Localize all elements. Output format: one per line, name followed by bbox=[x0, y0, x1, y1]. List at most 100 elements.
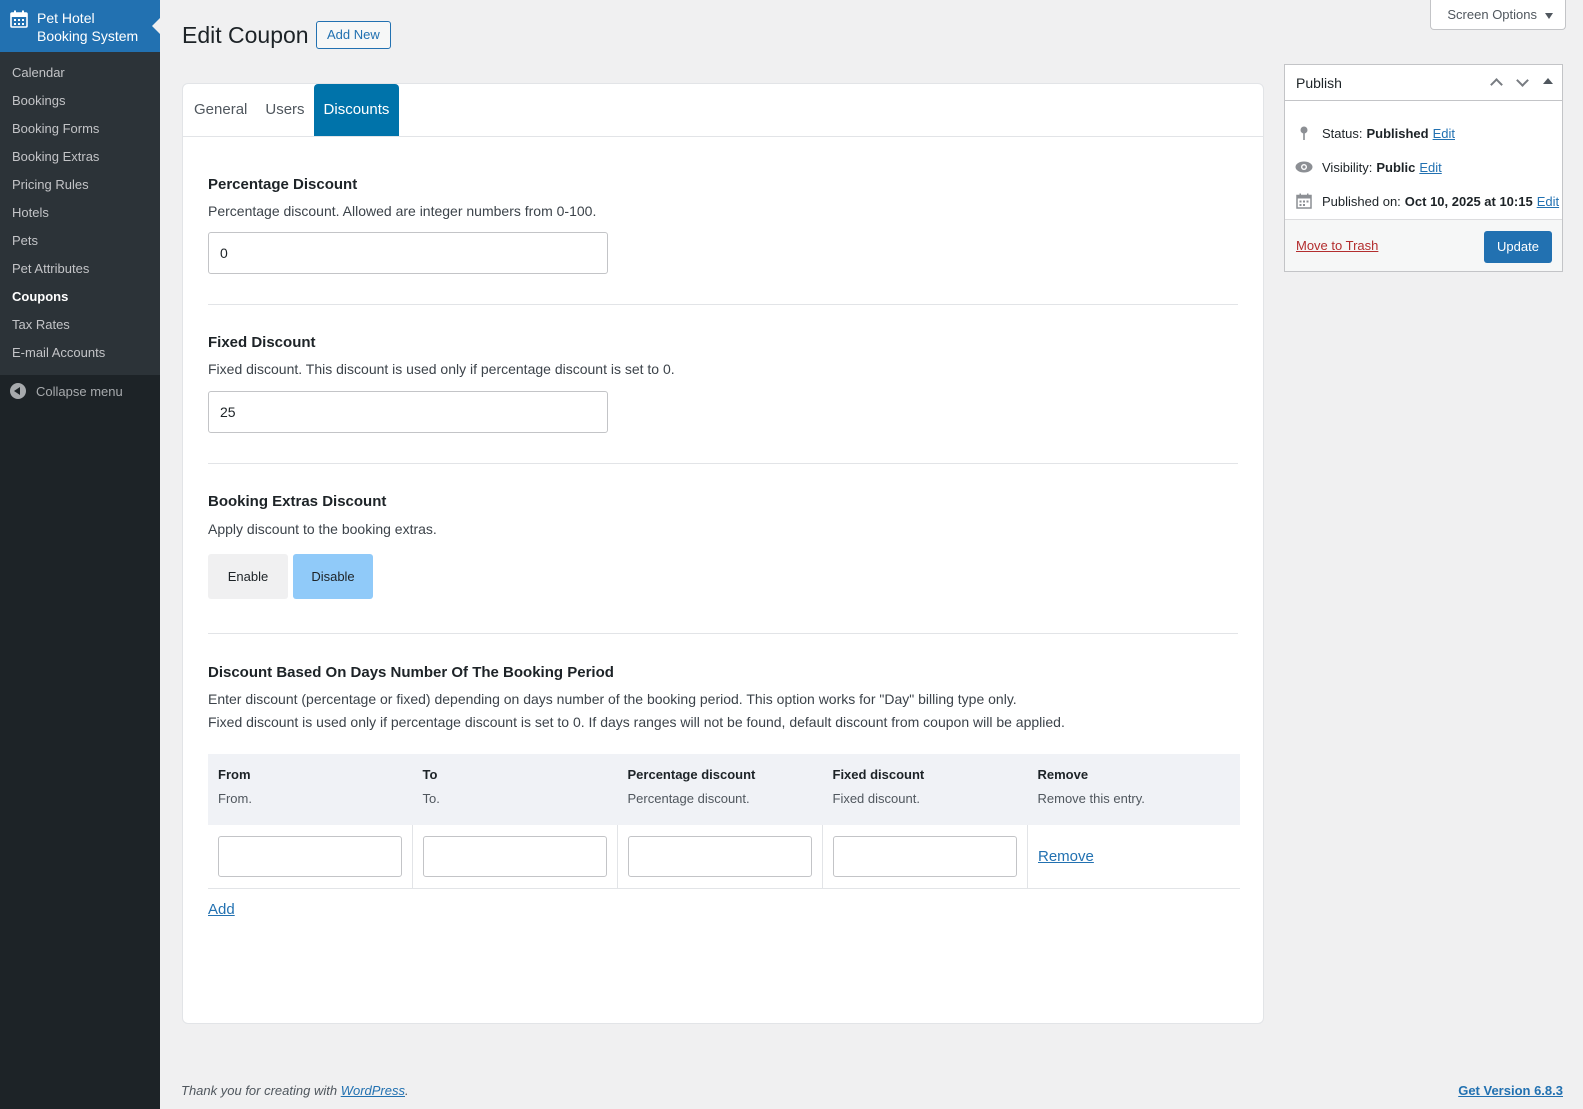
add-row-container: Add bbox=[183, 889, 1263, 918]
edit-visibility-link[interactable]: Edit bbox=[1419, 160, 1441, 175]
fixed-discount-title: Fixed Discount bbox=[208, 334, 316, 351]
disable-button[interactable]: Disable bbox=[293, 554, 373, 599]
cell-from bbox=[208, 825, 413, 889]
wordpress-link[interactable]: WordPress bbox=[341, 1083, 405, 1098]
fixed-discount-section: Fixed Discount Fixed discount. This disc… bbox=[183, 305, 1263, 433]
tab-bar: General Users Discounts bbox=[183, 84, 1263, 137]
column-fixed-discount: Fixed discount Fixed discount. bbox=[822, 754, 1028, 825]
sidebar-item-calendar[interactable]: Calendar bbox=[0, 59, 160, 87]
publish-box-controls bbox=[1488, 74, 1556, 90]
fixed-discount-input[interactable]: 25 bbox=[208, 391, 608, 433]
tab-discounts[interactable]: Discounts bbox=[313, 84, 400, 136]
update-button[interactable]: Update bbox=[1484, 231, 1552, 263]
column-to: To To. bbox=[412, 754, 618, 825]
cell-percentage bbox=[617, 825, 823, 889]
days-discount-description-1: Enter discount (percentage or fixed) dep… bbox=[208, 691, 1017, 707]
visibility-label: Visibility: bbox=[1322, 159, 1373, 175]
pin-icon bbox=[1295, 124, 1313, 142]
toggle-panel-icon[interactable] bbox=[1540, 74, 1556, 90]
sidebar-plugin-header[interactable]: Pet Hotel Booking System bbox=[0, 0, 160, 52]
days-discount-section: Discount Based On Days Number Of The Boo… bbox=[183, 634, 1263, 734]
column-label: To bbox=[422, 767, 438, 782]
fixed-discount-description: Fixed discount. This discount is used on… bbox=[208, 361, 675, 377]
eye-icon bbox=[1295, 158, 1313, 176]
sidebar-item-booking-forms[interactable]: Booking Forms bbox=[0, 115, 160, 143]
sidebar-item-hotels[interactable]: Hotels bbox=[0, 199, 160, 227]
visibility-row: Visibility: Public Edit bbox=[1285, 150, 1562, 184]
published-on-row: Published on: Oct 10, 2025 at 10:15 Edit bbox=[1285, 184, 1562, 218]
booking-extras-section: Booking Extras Discount Apply discount t… bbox=[183, 464, 1263, 599]
published-on-label: Published on: bbox=[1322, 193, 1401, 209]
column-description: Fixed discount. bbox=[832, 791, 920, 806]
add-row-link[interactable]: Add bbox=[208, 901, 235, 918]
from-input[interactable] bbox=[218, 835, 402, 877]
screen-options-button[interactable]: Screen Options bbox=[1430, 0, 1566, 30]
coupon-settings-panel: General Users Discounts Percentage Disco… bbox=[182, 83, 1264, 1024]
column-remove: Remove Remove this entry. bbox=[1027, 754, 1240, 825]
sidebar-item-bookings[interactable]: Bookings bbox=[0, 87, 160, 115]
admin-sidebar: Pet Hotel Booking System Calendar Bookin… bbox=[0, 0, 160, 1109]
sidebar-item-tax-rates[interactable]: Tax Rates bbox=[0, 311, 160, 339]
days-discount-title: Discount Based On Days Number Of The Boo… bbox=[208, 664, 614, 681]
screen-options-label: Screen Options bbox=[1447, 7, 1537, 22]
footer-thanks-text: Thank you for creating with bbox=[181, 1083, 338, 1098]
plugin-title-line2: Booking System bbox=[37, 28, 139, 44]
fixed-discount-row-input[interactable] bbox=[833, 835, 1017, 877]
percentage-discount-input[interactable]: 0 bbox=[208, 232, 608, 274]
cell-remove: Remove bbox=[1027, 825, 1240, 889]
tab-general[interactable]: General bbox=[185, 84, 256, 136]
column-label: Remove bbox=[1037, 767, 1089, 782]
plugin-title-line1: Pet Hotel bbox=[37, 10, 95, 26]
sidebar-item-pet-attributes[interactable]: Pet Attributes bbox=[0, 255, 160, 283]
caret-down-icon bbox=[1545, 12, 1553, 19]
status-row: Status: Published Edit bbox=[1285, 116, 1562, 150]
column-description: Percentage discount. bbox=[627, 791, 750, 806]
column-from: From From. bbox=[208, 754, 413, 825]
edit-status-link[interactable]: Edit bbox=[1433, 126, 1455, 141]
sidebar-item-booking-extras[interactable]: Booking Extras bbox=[0, 143, 160, 171]
column-description: To. bbox=[422, 791, 440, 806]
move-up-icon[interactable] bbox=[1488, 74, 1504, 90]
move-to-trash-link[interactable]: Move to Trash bbox=[1296, 238, 1378, 253]
add-new-button[interactable]: Add New bbox=[316, 21, 391, 49]
column-percentage-discount: Percentage discount Percentage discount. bbox=[617, 754, 823, 825]
footer-period: . bbox=[405, 1083, 409, 1098]
status-label: Status: bbox=[1322, 125, 1363, 141]
sidebar-item-email-accounts[interactable]: E-mail Accounts bbox=[0, 339, 160, 367]
published-on-value: Oct 10, 2025 at 10:15 bbox=[1404, 193, 1533, 209]
publish-actions: Move to Trash Update bbox=[1285, 219, 1562, 271]
footer-thanks: Thank you for creating with WordPress. bbox=[181, 1083, 409, 1098]
to-input[interactable] bbox=[423, 835, 607, 877]
sidebar-submenu: Calendar Bookings Booking Forms Booking … bbox=[0, 52, 160, 375]
get-version-link[interactable]: Get Version 6.8.3 bbox=[1458, 1083, 1563, 1098]
days-discount-description-2: Fixed discount is used only if percentag… bbox=[208, 714, 1065, 730]
table-row: Remove bbox=[208, 825, 1240, 889]
enable-button[interactable]: Enable bbox=[208, 554, 288, 599]
sidebar-item-pricing-rules[interactable]: Pricing Rules bbox=[0, 171, 160, 199]
collapse-menu-button[interactable]: Collapse menu bbox=[0, 375, 160, 399]
publish-title: Publish bbox=[1296, 74, 1342, 91]
current-menu-arrow bbox=[152, 18, 160, 34]
table-header-row: From From. To To. Percentage discount Perce… bbox=[208, 754, 1240, 825]
remove-row-link[interactable]: Remove bbox=[1038, 848, 1094, 865]
column-label: From bbox=[218, 767, 251, 782]
sidebar-item-coupons[interactable]: Coupons bbox=[0, 283, 160, 311]
tab-users[interactable]: Users bbox=[256, 84, 313, 136]
publish-meta: Status: Published Edit Visibility: Public Ed… bbox=[1285, 101, 1562, 218]
move-down-icon[interactable] bbox=[1514, 74, 1530, 90]
calendar-icon bbox=[10, 10, 28, 28]
cell-to bbox=[412, 825, 618, 889]
column-description: From. bbox=[218, 791, 252, 806]
column-label: Percentage discount bbox=[627, 767, 756, 782]
collapse-arrow-icon bbox=[10, 383, 26, 399]
column-description: Remove this entry. bbox=[1037, 791, 1145, 806]
sidebar-plugin-title: Pet Hotel Booking System bbox=[37, 9, 138, 45]
page-title: Edit Coupon bbox=[182, 22, 309, 48]
booking-extras-toggle: Enable Disable bbox=[208, 554, 1239, 599]
booking-extras-title: Booking Extras Discount bbox=[208, 493, 387, 510]
edit-date-link[interactable]: Edit bbox=[1537, 194, 1559, 209]
publish-box-header: Publish bbox=[1285, 65, 1562, 101]
sidebar-item-pets[interactable]: Pets bbox=[0, 227, 160, 255]
cell-fixed bbox=[822, 825, 1028, 889]
percentage-discount-row-input[interactable] bbox=[628, 835, 812, 877]
